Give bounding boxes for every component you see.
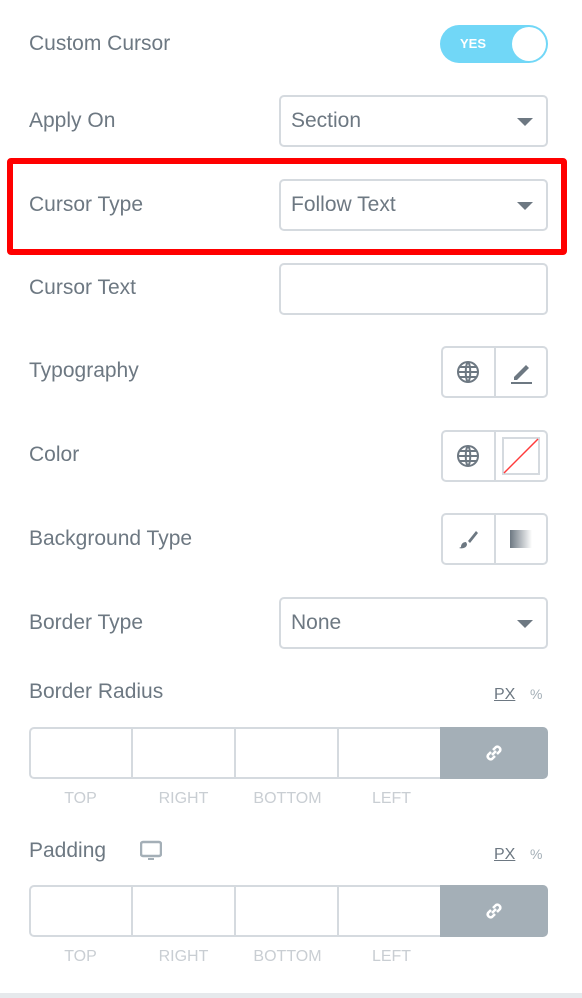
unit-percent[interactable]: % — [530, 846, 542, 862]
field-label-right: RIGHT — [158, 948, 209, 965]
background-type-label: Background Type — [29, 527, 193, 550]
color-label: Color — [29, 443, 80, 466]
toggle-label: YES — [460, 36, 487, 51]
field-label-top: TOP — [64, 790, 97, 807]
cursor-text-label: Cursor Text — [29, 276, 136, 299]
field-label-left: LEFT — [371, 790, 412, 807]
custom-cursor-toggle[interactable]: YES — [440, 25, 548, 63]
apply-on-value: Section — [291, 109, 362, 132]
link-values-button[interactable] — [440, 727, 548, 779]
padding-bottom-input[interactable] — [234, 885, 337, 937]
border-radius-top-input[interactable] — [29, 727, 131, 779]
apply-on-label: Apply On — [29, 109, 116, 132]
desktop-icon[interactable] — [140, 840, 162, 862]
unit-px[interactable]: PX — [494, 846, 515, 864]
border-radius-right-input[interactable] — [131, 727, 234, 779]
border-type-label: Border Type — [29, 611, 144, 634]
border-type-value: None — [291, 611, 342, 634]
field-label-right: RIGHT — [158, 790, 209, 807]
globe-icon[interactable] — [443, 432, 494, 480]
link-icon — [486, 903, 502, 919]
padding-right-input[interactable] — [131, 885, 234, 937]
cursor-type-value: Follow Text — [291, 193, 396, 216]
border-radius-bottom-input[interactable] — [234, 727, 337, 779]
cursor-text-input[interactable] — [279, 263, 548, 315]
cursor-type-label: Cursor Type — [29, 193, 143, 216]
border-radius-label: Border Radius — [29, 680, 164, 703]
border-radius-left-input[interactable] — [337, 727, 440, 779]
caret-down-icon — [517, 620, 533, 628]
color-swatch-button[interactable] — [493, 432, 547, 480]
caret-down-icon — [517, 202, 533, 210]
field-label-left: LEFT — [371, 948, 412, 965]
section-divider — [0, 993, 582, 998]
unit-percent[interactable]: % — [530, 686, 542, 702]
field-label-bottom: BOTTOM — [253, 790, 322, 807]
globe-icon[interactable] — [443, 348, 494, 396]
pencil-icon[interactable] — [493, 348, 547, 396]
apply-on-select[interactable]: Section — [279, 95, 548, 147]
caret-down-icon — [517, 118, 533, 126]
custom-cursor-label: Custom Cursor — [29, 32, 171, 55]
padding-left-input[interactable] — [337, 885, 440, 937]
padding-label: Padding — [29, 839, 107, 862]
typography-label: Typography — [29, 359, 139, 382]
border-type-select[interactable]: None — [279, 597, 548, 649]
gradient-icon[interactable] — [493, 515, 547, 563]
cursor-type-select[interactable]: Follow Text — [279, 179, 548, 231]
brush-icon[interactable] — [443, 515, 494, 563]
unit-px[interactable]: PX — [494, 686, 515, 704]
field-label-bottom: BOTTOM — [253, 948, 322, 965]
link-icon — [486, 745, 502, 761]
link-values-button[interactable] — [440, 885, 548, 937]
padding-top-input[interactable] — [29, 885, 131, 937]
toggle-knob — [512, 27, 546, 61]
field-label-top: TOP — [64, 948, 97, 965]
